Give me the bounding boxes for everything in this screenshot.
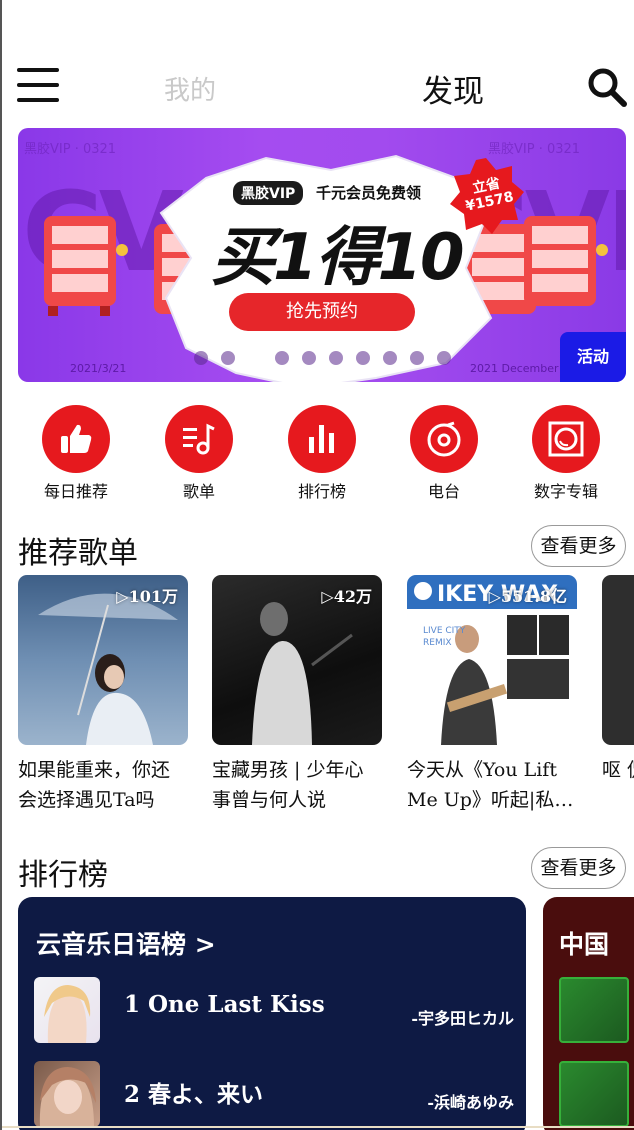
banner-date-right: 2021 December bbox=[470, 362, 559, 375]
singer-photo-thumbnail bbox=[39, 1067, 96, 1127]
banner-date-left: 2021/3/21 bbox=[70, 362, 127, 375]
anime-art-thumbnail bbox=[44, 985, 91, 1043]
song-title: 2 春よ、来い bbox=[124, 1081, 264, 1108]
charts-more-button[interactable]: 查看更多 bbox=[531, 847, 626, 889]
gift-machine-illustration bbox=[44, 216, 128, 316]
svg-text:REMIX: REMIX bbox=[423, 638, 452, 648]
thumbs-up-icon bbox=[42, 405, 110, 473]
playlist-title: 如果能重来，你还会选择遇见Ta吗 bbox=[18, 759, 171, 811]
search-icon[interactable] bbox=[586, 66, 628, 108]
promo-banner[interactable]: 黑胶VIP · 0321 黑胶VIP · 0321 CVIP CVIP bbox=[18, 128, 626, 382]
chart-entry[interactable]: 2 春よ、来い -浜崎あゆみ bbox=[34, 1061, 514, 1129]
playlist-title: 宝藏男孩 | 少年心事曾与何人说 bbox=[212, 759, 364, 811]
recommended-more-button[interactable]: 查看更多 bbox=[531, 525, 626, 567]
nav-rankings[interactable]: 排行榜 bbox=[262, 405, 382, 502]
quick-nav: 每日推荐 歌单 排行榜 电台 数字专辑 bbox=[18, 405, 626, 505]
chart-card-chinese[interactable]: 中国 bbox=[543, 897, 634, 1130]
radio-disc-icon bbox=[410, 405, 478, 473]
bar-chart-icon bbox=[288, 405, 356, 473]
activity-tag: 活动 bbox=[560, 332, 626, 382]
nav-label: 排行榜 bbox=[297, 482, 346, 501]
charts-title: 排行榜 bbox=[18, 858, 108, 893]
vip-tag: 黑胶VIP bbox=[233, 181, 304, 205]
playlist-cover bbox=[602, 575, 634, 745]
chart-carousel: 云音乐日语榜 > 1 One Last Kiss -宇多田ヒカル 2 春よ、来い… bbox=[18, 897, 634, 1130]
recommended-title: 推荐歌单 bbox=[18, 536, 138, 571]
song-thumbnail bbox=[34, 1061, 100, 1127]
carousel-dot[interactable] bbox=[221, 351, 235, 365]
play-count: ▷42万 bbox=[321, 587, 372, 606]
chart-card-japanese[interactable]: 云音乐日语榜 > 1 One Last Kiss -宇多田ヒカル 2 春よ、来い… bbox=[18, 897, 526, 1130]
nav-daily-recommend[interactable]: 每日推荐 bbox=[16, 405, 136, 502]
song-artist: -宇多田ヒカル bbox=[411, 1009, 514, 1028]
playlist-title: 呕 侃 bbox=[602, 759, 634, 781]
playlist-card[interactable]: 呕 侃 bbox=[602, 575, 634, 815]
carousel-indicators bbox=[194, 351, 451, 365]
app-screen: 我的 发现 黑胶VIP · 0321 黑胶VIP · 0321 CVIP CVI… bbox=[0, 0, 634, 1130]
playlist-title: 今天从《You Lift Me Up》听起|私… bbox=[407, 759, 574, 811]
chart-name[interactable]: 云音乐日语榜 > bbox=[36, 925, 216, 961]
playlist-card[interactable]: ▷42万 宝藏男孩 | 少年心事曾与何人说 bbox=[212, 575, 382, 815]
carousel-dot[interactable] bbox=[329, 351, 343, 365]
carousel-dot[interactable] bbox=[356, 351, 370, 365]
vinyl-album-icon bbox=[532, 405, 600, 473]
chart-name[interactable]: 中国 bbox=[559, 925, 609, 961]
nav-label: 电台 bbox=[427, 482, 460, 501]
nav-digital-album[interactable]: 数字专辑 bbox=[506, 405, 626, 502]
banner-stamp-left: 黑胶VIP · 0321 bbox=[24, 142, 117, 157]
song-thumbnail bbox=[559, 1061, 629, 1127]
playlist-cover: ▷101万 bbox=[18, 575, 188, 745]
playlist-cover: IKEY WAX LIVE CITY REMIX ▷551.8亿 bbox=[407, 575, 577, 745]
tab-mine[interactable]: 我的 bbox=[164, 70, 216, 107]
play-count: ▷101万 bbox=[116, 587, 178, 606]
hamburger-menu-icon[interactable] bbox=[17, 68, 59, 104]
carousel-dot[interactable] bbox=[410, 351, 424, 365]
chart-entry[interactable]: 1 One Last Kiss -宇多田ヒカル bbox=[34, 977, 514, 1045]
song-thumbnail bbox=[559, 977, 629, 1043]
gift-machine-illustration bbox=[524, 216, 608, 306]
nav-label: 每日推荐 bbox=[43, 482, 108, 501]
preorder-button[interactable]: 抢先预约 bbox=[229, 293, 415, 331]
song-artist: -浜崎あゆみ bbox=[427, 1093, 514, 1112]
playlist-music-icon bbox=[165, 405, 233, 473]
nav-label: 数字专辑 bbox=[533, 482, 598, 501]
tab-discover[interactable]: 发现 bbox=[422, 66, 484, 111]
playlist-card[interactable]: ▷101万 如果能重来，你还会选择遇见Ta吗 bbox=[18, 575, 188, 815]
play-count: ▷551.8亿 bbox=[488, 587, 567, 606]
nav-label: 歌单 bbox=[182, 482, 215, 501]
playlist-cover: ▷42万 bbox=[212, 575, 382, 745]
carousel-dot[interactable] bbox=[383, 351, 397, 365]
svg-text:LIVE CITY: LIVE CITY bbox=[423, 626, 466, 636]
banner-subtitle: 千元会员免费领 bbox=[316, 184, 422, 202]
song-thumbnail bbox=[34, 977, 100, 1043]
playlist-card[interactable]: IKEY WAX LIVE CITY REMIX ▷551.8亿 今天从《You… bbox=[407, 575, 577, 815]
carousel-dot[interactable] bbox=[248, 351, 262, 365]
top-bar: 我的 发现 bbox=[2, 60, 634, 120]
carousel-dot[interactable] bbox=[275, 351, 289, 365]
bottom-divider bbox=[2, 1126, 634, 1128]
nav-playlists[interactable]: 歌单 bbox=[139, 405, 259, 502]
banner-title: 买1得10 bbox=[211, 221, 465, 295]
song-title: 1 One Last Kiss bbox=[124, 991, 325, 1018]
carousel-dot[interactable] bbox=[302, 351, 316, 365]
nav-radio[interactable]: 电台 bbox=[384, 405, 504, 502]
playlist-carousel: ▷101万 如果能重来，你还会选择遇见Ta吗 ▷42万 宝藏男孩 | 少年心事曾… bbox=[18, 575, 634, 815]
carousel-dot[interactable] bbox=[194, 351, 208, 365]
carousel-dot[interactable] bbox=[437, 351, 451, 365]
